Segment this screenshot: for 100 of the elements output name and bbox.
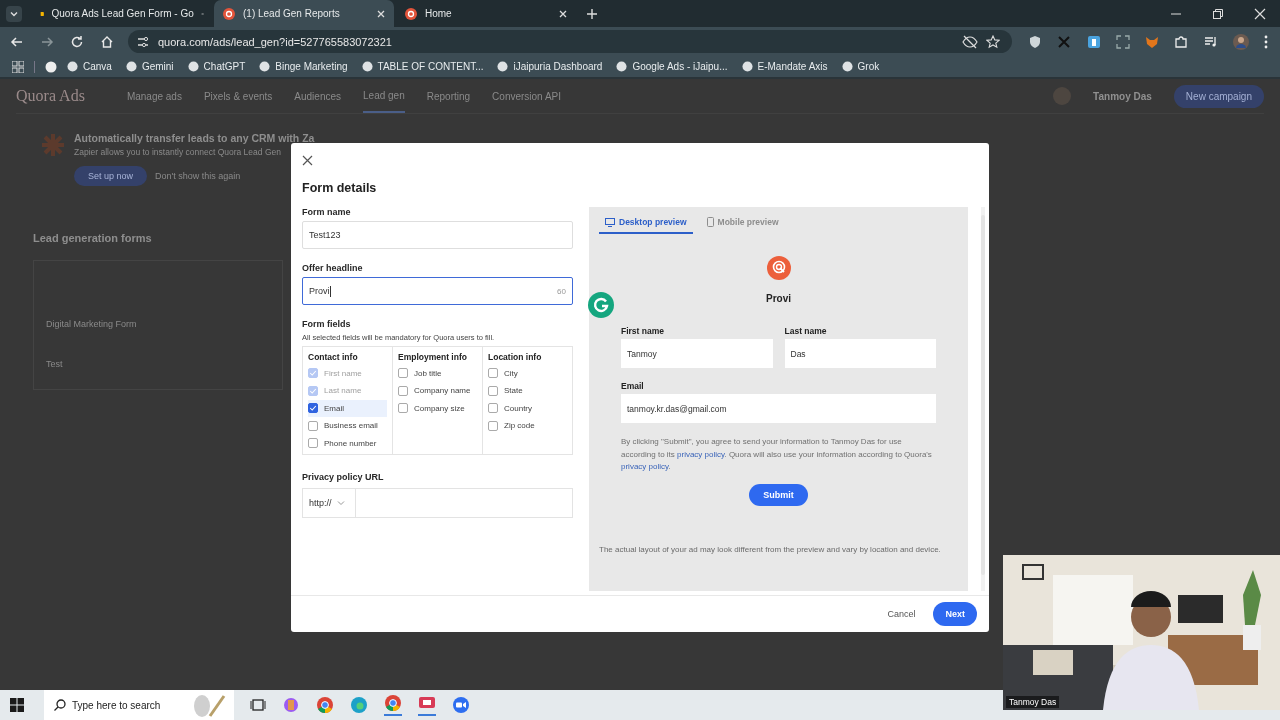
check-icon [309,403,317,414]
site-icon [222,6,236,21]
globe-icon[interactable] [45,60,57,73]
checkbox-option[interactable]: Business email [308,417,387,434]
chrome-icon[interactable] [384,694,402,712]
preview-input[interactable]: Das [784,339,936,368]
checkbox[interactable] [488,420,498,431]
checkbox-option[interactable]: Zip code [488,417,567,434]
dismiss-link[interactable]: Don't show this again [155,171,241,181]
url-field[interactable]: http:// [302,488,573,518]
bookmark[interactable]: Grok [841,61,880,72]
checkbox-option[interactable]: Country [488,400,567,417]
checkbox[interactable] [398,385,408,396]
dialog-title: Form details [302,181,378,195]
grammarly-icon[interactable] [588,292,614,318]
checkbox[interactable] [308,403,318,414]
preview-headline: Provi [766,293,791,304]
bookmark[interactable]: iJaipuria Dashboard [497,61,603,72]
windows-icon[interactable] [10,698,24,712]
tab-search-button[interactable] [6,5,22,22]
forward-icon[interactable] [40,34,54,49]
browser-tab[interactable]: Quora Ads Lead Gen Form - Go [32,0,212,27]
target-logo-icon [766,256,791,280]
preview-input[interactable]: Tanmoy [621,339,773,368]
taskbar-search-field[interactable]: Type here to search [44,690,234,720]
reload-icon[interactable] [70,34,84,49]
headline-field[interactable]: Provi 60 [302,277,573,305]
nav-tab[interactable]: Conversion API [492,80,562,112]
checkbox[interactable] [488,385,498,396]
checkbox-option[interactable]: State [488,382,567,399]
checkbox[interactable] [308,420,318,431]
preview-input[interactable]: tanmoy.kr.das@gmail.com [621,394,936,423]
close-icon[interactable] [302,155,313,166]
set-up-button[interactable]: Set up now [74,166,148,186]
task-view-icon[interactable] [250,697,266,713]
extension-icon[interactable] [1086,34,1101,49]
bookmark[interactable]: ChatGPT [187,61,246,72]
puzzle-icon[interactable] [1174,34,1189,49]
nav-tab[interactable]: Lead gen [363,79,405,113]
zoom-icon[interactable] [452,696,470,714]
nav-tab[interactable]: Manage ads [126,80,182,112]
protocol-dropdown[interactable]: http:// [303,489,356,517]
site-icon [125,61,137,72]
browser-tab[interactable]: (1) Lead Gen Reports [214,0,394,27]
bookmark[interactable]: TABLE OF CONTENT... [361,61,484,72]
field-label: Privacy policy URL [302,472,385,482]
group-title: Employment info [398,352,468,362]
bookmark[interactable]: Canva [67,61,112,72]
form-item[interactable]: Test [46,359,282,369]
checkbox-option[interactable]: Company size [398,400,477,417]
star-icon[interactable] [986,34,1000,49]
checkbox-option[interactable]: City [488,365,567,382]
form-item[interactable]: Digital Marketing Form [46,319,282,329]
back-icon[interactable] [10,34,24,49]
banner-title: Automatically transfer leads to any CRM with Za [74,132,315,144]
chrome-icon[interactable] [316,696,334,714]
bookmark[interactable]: Gemini [125,61,174,72]
cancel-button[interactable]: Cancel [881,608,922,620]
shield-icon[interactable] [1028,34,1042,49]
checkbox[interactable] [308,438,318,449]
field-label: Last name [784,326,828,336]
preview-tab[interactable]: Desktop preview [599,217,693,234]
checkbox[interactable] [488,368,498,379]
eye-slash-icon[interactable] [962,34,978,49]
playlist-icon[interactable] [1203,34,1218,49]
site-settings-icon[interactable] [136,34,150,49]
preview-note: The actual layout of your ad may look different from the preview and vary by location and device. [599,543,941,556]
checkbox-option[interactable]: Email [308,400,387,417]
checkbox-option[interactable]: Phone number [308,435,387,452]
checkbox-option[interactable]: Company name [398,382,477,399]
edge-icon[interactable] [350,696,368,714]
avatar-icon[interactable] [1232,33,1249,50]
more-icon[interactable] [1264,34,1268,49]
copilot-icon[interactable] [282,696,300,714]
home-icon[interactable] [100,34,114,49]
nav-tab[interactable]: Reporting [426,80,471,112]
group-title: Location info [488,352,543,362]
bookmark[interactable]: E-Mandate Axis [741,61,828,72]
bookmark[interactable]: Binge Marketing [259,61,348,72]
apps-icon[interactable] [12,60,24,73]
new-tab-icon[interactable] [586,7,598,20]
new-campaign-button[interactable]: New campaign [1173,84,1264,108]
nav-tab[interactable]: Pixels & events [203,80,273,112]
phone-icon [706,217,714,227]
restore-icon[interactable] [1212,7,1224,20]
fox-icon[interactable] [1145,34,1159,49]
bookmark[interactable]: Google Ads - iJaipu... [616,61,728,72]
address-bar[interactable]: quora.com/ads/lead_gen?id=527765583072321 [128,30,1012,53]
form-name-field[interactable]: Test123 [302,221,573,249]
browser-tab[interactable]: Home [396,0,576,27]
nav-tab[interactable]: Audiences [294,80,341,112]
checkbox-option[interactable]: Job title [398,365,477,382]
checkbox[interactable] [398,368,408,379]
checkbox[interactable] [488,403,498,414]
site-icon [616,61,628,72]
checkbox[interactable] [398,403,408,414]
expand-icon[interactable] [1115,34,1130,49]
field-label: Form name [302,207,352,217]
next-button[interactable]: Next [933,602,977,626]
submit-button[interactable]: Submit [749,483,808,506]
